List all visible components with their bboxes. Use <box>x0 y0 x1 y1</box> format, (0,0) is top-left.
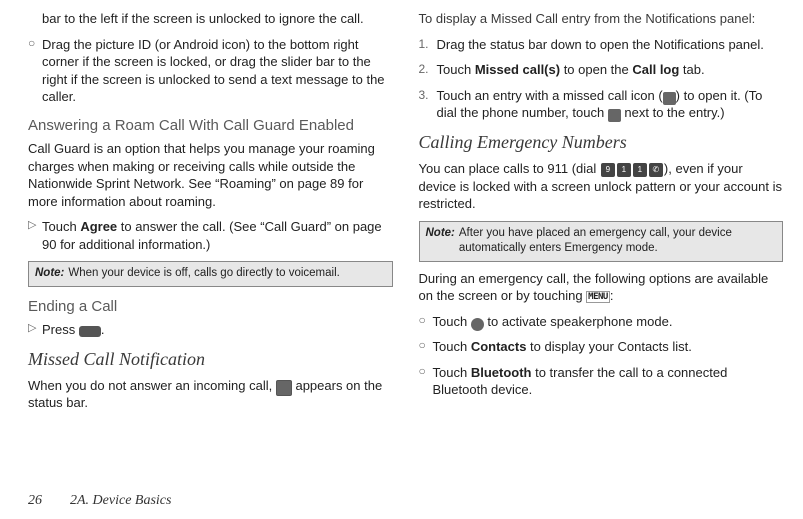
page-footer: 26 2A. Device Basics <box>28 485 783 519</box>
text: Touch <box>433 339 471 354</box>
text: : <box>610 288 614 303</box>
step-1: 1. Drag the status bar down to open the … <box>419 36 784 54</box>
text: When you do not answer an incoming call, <box>28 378 276 393</box>
call-icon <box>608 109 621 122</box>
action-triangle-icon: ▷ <box>28 218 42 232</box>
paragraph-options: During an emergency call, the following … <box>419 270 784 305</box>
bullet-text: Touch Contacts to display your Contacts … <box>433 338 784 356</box>
action-item: ▷ Touch Agree to answer the call. (See “… <box>28 218 393 253</box>
menu-icon: MENU <box>586 291 610 303</box>
note-box: Note: After you have placed an emergency… <box>419 221 784 262</box>
action-item: ▷ Press . <box>28 321 393 339</box>
instruction-heading: To display a Missed Call entry from the … <box>419 10 784 28</box>
circle-bullet-icon: ○ <box>419 364 433 380</box>
page-number: 26 <box>28 493 42 509</box>
text: Touch <box>433 314 471 329</box>
text: next to the entry.) <box>621 105 725 120</box>
step-2: 2. Touch Missed call(s) to open the Call… <box>419 61 784 79</box>
circle-bullet-icon: ○ <box>419 313 433 329</box>
missed-call-icon <box>276 380 292 396</box>
text: You can place calls to 911 (dial <box>419 161 600 176</box>
action-text: Press . <box>42 321 393 339</box>
missed-calls-label: Missed call(s) <box>475 62 560 77</box>
note-text: When your device is off, calls go direct… <box>68 266 339 282</box>
step-number: 1. <box>419 36 437 53</box>
heading-ending-call: Ending a Call <box>28 297 393 317</box>
note-text: After you have placed an emergency call,… <box>459 226 776 257</box>
step-text: Drag the status bar down to open the Not… <box>437 36 784 54</box>
note-label: Note: <box>426 226 455 257</box>
paragraph-911: You can place calls to 911 (dial 911✆), … <box>419 160 784 213</box>
step-3: 3. Touch an entry with a missed call ico… <box>419 87 784 122</box>
bullet-item: ○ Touch Contacts to display your Contact… <box>419 338 784 356</box>
text: tab. <box>679 62 704 77</box>
paragraph-missed-call: When you do not answer an incoming call,… <box>28 377 393 412</box>
text: Press <box>42 322 79 337</box>
step-text: Touch an entry with a missed call icon (… <box>437 87 784 122</box>
paragraph-call-guard: Call Guard is an option that helps you m… <box>28 140 393 210</box>
bullet-text: Touch Bluetooth to transfer the call to … <box>433 364 784 399</box>
key-call-icon: ✆ <box>649 163 663 177</box>
bullet-item: ○ Drag the picture ID (or Android icon) … <box>28 36 393 106</box>
heading-emergency: Calling Emergency Numbers <box>419 130 784 154</box>
action-triangle-icon: ▷ <box>28 321 42 335</box>
call-log-label: Call log <box>632 62 679 77</box>
text: . <box>101 322 105 337</box>
continued-fragment: bar to the left if the screen is unlocke… <box>42 10 393 28</box>
note-box: Note: When your device is off, calls go … <box>28 261 393 287</box>
text: Touch <box>42 219 80 234</box>
text: Touch <box>433 365 471 380</box>
contacts-label: Contacts <box>471 339 527 354</box>
two-column-layout: bar to the left if the screen is unlocke… <box>28 6 783 485</box>
agree-label: Agree <box>80 219 117 234</box>
text: Touch <box>437 62 475 77</box>
bullet-text: Drag the picture ID (or Android icon) to… <box>42 36 393 106</box>
bluetooth-label: Bluetooth <box>471 365 532 380</box>
bullet-item: ○ Touch to activate speakerphone mode. <box>419 313 784 331</box>
end-call-icon <box>79 326 101 337</box>
step-number: 3. <box>419 87 437 104</box>
section-title: 2A. Device Basics <box>70 493 171 509</box>
text: Touch an entry with a missed call icon ( <box>437 88 663 103</box>
key-9-icon: 9 <box>601 163 615 177</box>
key-1-icon: 1 <box>633 163 647 177</box>
heading-roam-call: Answering a Roam Call With Call Guard En… <box>28 116 393 136</box>
step-number: 2. <box>419 61 437 78</box>
step-text: Touch Missed call(s) to open the Call lo… <box>437 61 784 79</box>
speaker-icon <box>471 318 484 331</box>
circle-bullet-icon: ○ <box>419 338 433 354</box>
heading-missed-call: Missed Call Notification <box>28 347 393 371</box>
note-label: Note: <box>35 266 64 282</box>
bullet-text: Touch to activate speakerphone mode. <box>433 313 784 331</box>
left-column: bar to the left if the screen is unlocke… <box>28 6 393 485</box>
bullet-item: ○ Touch Bluetooth to transfer the call t… <box>419 364 784 399</box>
missed-call-small-icon <box>663 92 676 105</box>
text: to open the <box>560 62 632 77</box>
page: bar to the left if the screen is unlocke… <box>0 0 803 519</box>
text: to activate speakerphone mode. <box>484 314 673 329</box>
text: to display your Contacts list. <box>526 339 691 354</box>
right-column: To display a Missed Call entry from the … <box>419 6 784 485</box>
circle-bullet-icon: ○ <box>28 36 42 52</box>
key-1-icon: 1 <box>617 163 631 177</box>
action-text: Touch Agree to answer the call. (See “Ca… <box>42 218 393 253</box>
